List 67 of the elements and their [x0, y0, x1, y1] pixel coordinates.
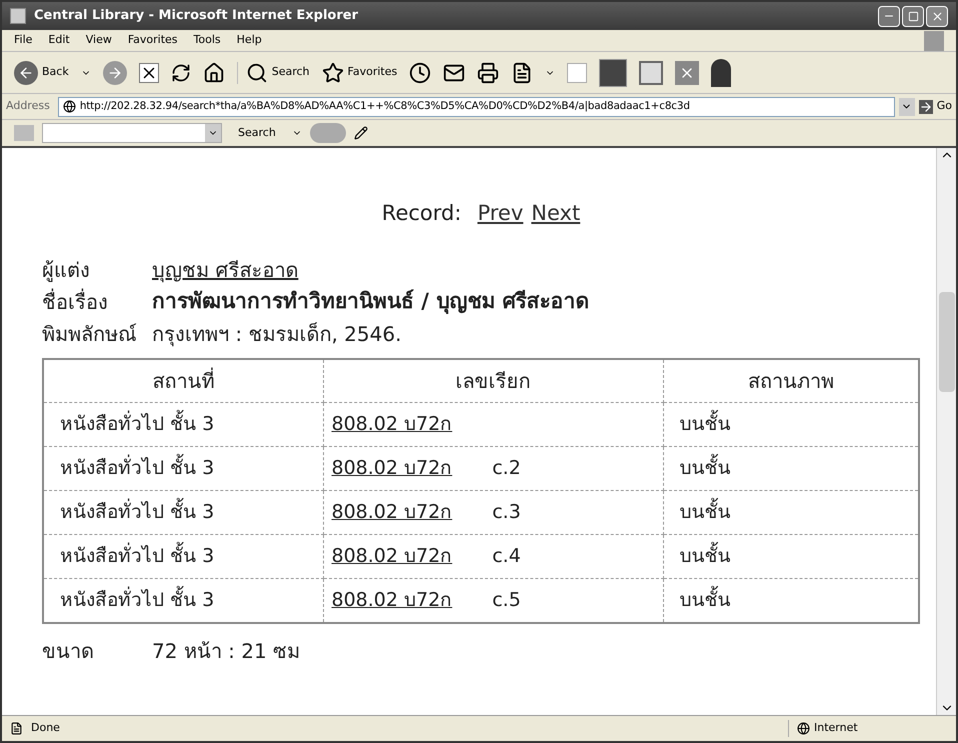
cross-tile-icon[interactable]: [675, 60, 700, 84]
search-button[interactable]: Search: [230, 124, 284, 142]
minimize-button[interactable]: [878, 6, 900, 26]
column-header: สถานที่: [43, 358, 323, 402]
search-field[interactable]: [42, 123, 222, 143]
home-icon[interactable]: [202, 62, 225, 84]
field-label: ขนาด: [42, 638, 95, 664]
field-value: 72 หน้า : 21 ซม: [152, 638, 300, 664]
field-label: ผู้แต่ง: [42, 256, 91, 284]
refresh-icon[interactable]: [170, 62, 191, 82]
table-cell: หนังสือทั่วไป ชั้น 3: [43, 490, 323, 534]
menu-item[interactable]: View: [86, 32, 112, 49]
address-field[interactable]: http://202.28.32.94/search*tha/a%BA%D8%AD%AA%C1++%C8%C3%D5%CA%D0%CD%D2%B4/a|bad8adaac1+c8c3d: [58, 96, 895, 116]
field-value: กรุงเทพฯ : ชมรมเด็ก, 2546.: [152, 320, 402, 348]
copy-number: c.5: [492, 588, 521, 613]
maximize-icon: [908, 10, 918, 22]
field-value[interactable]: บุญชม ศรีสะอาด: [152, 254, 298, 284]
menu-item[interactable]: Help: [236, 32, 262, 49]
menu-item[interactable]: File: [14, 32, 32, 49]
status-text: Done: [31, 720, 60, 736]
menu-item[interactable]: Tools: [194, 32, 221, 49]
page-icon: [10, 722, 23, 735]
copy-number: c.3: [492, 500, 521, 526]
forward-icon[interactable]: [102, 60, 127, 84]
record-link[interactable]: Next: [531, 198, 580, 230]
window-tile-icon[interactable]: [639, 60, 664, 84]
copy-number: c.4: [492, 544, 521, 570]
search-button[interactable]: Search: [236, 62, 310, 84]
scrollbar[interactable]: [936, 148, 956, 715]
close-icon: [930, 10, 944, 22]
scroll-thumb[interactable]: [938, 292, 954, 392]
windows-logo-icon: [924, 30, 944, 50]
close-button[interactable]: [926, 6, 948, 26]
print-icon[interactable]: [477, 62, 500, 84]
address-label: Address: [6, 98, 50, 114]
page-icon: [62, 100, 76, 113]
table-cell: หนังสือทั่วไป ชั้น 3: [43, 534, 323, 578]
go-button[interactable]: Go: [918, 98, 952, 115]
app-icon: [10, 8, 26, 24]
field-label: ชื่อเรื่อง: [42, 288, 109, 316]
record-link[interactable]: Prev: [477, 198, 524, 230]
stop-icon[interactable]: [138, 62, 159, 82]
dropdown-icon[interactable]: [898, 98, 915, 116]
record-label: Record:: [382, 200, 462, 227]
favorites-button[interactable]: Favorites: [322, 62, 398, 84]
call-number-link[interactable]: 808.02 บ72ก: [332, 586, 452, 614]
menu-item[interactable]: Edit: [48, 32, 70, 49]
field-label: พิมพลักษณ์: [42, 320, 138, 348]
search-icon: [246, 62, 268, 84]
history-icon[interactable]: [409, 62, 432, 84]
zone-text: Internet: [814, 720, 858, 736]
star-icon: [322, 62, 344, 84]
back-button[interactable]: Back: [14, 60, 69, 84]
window-title: Central Library - Microsoft Internet Explorer: [34, 7, 358, 26]
call-number-link[interactable]: 808.02 บ72ก: [332, 454, 452, 483]
field-value: การพัฒนาการทำวิทยานิพนธ์ / บุญชม ศรีสะอาด: [152, 288, 590, 316]
call-number-link[interactable]: 808.02 บ72ก: [332, 542, 452, 571]
maximize-button[interactable]: [902, 6, 924, 26]
pencil-icon[interactable]: [354, 126, 368, 140]
call-number-link[interactable]: 808.02 บ72ก: [332, 498, 452, 527]
url-text: http://202.28.32.94/search*tha/a%BA%D8%AD%AA%C1++%C8%C3%D5%CA%D0%CD%D2%B4/a|bad8adaac1+c8c3d: [80, 98, 690, 114]
globe-icon: [797, 722, 810, 735]
column-header: เลขเรียก: [323, 358, 663, 402]
table-cell: หนังสือทั่วไป ชั้น 3: [43, 402, 323, 446]
table-cell: หนังสือทั่วไป ชั้น 3: [43, 446, 323, 490]
menu-item[interactable]: Favorites: [128, 32, 178, 49]
copy-number: c.2: [492, 456, 521, 482]
